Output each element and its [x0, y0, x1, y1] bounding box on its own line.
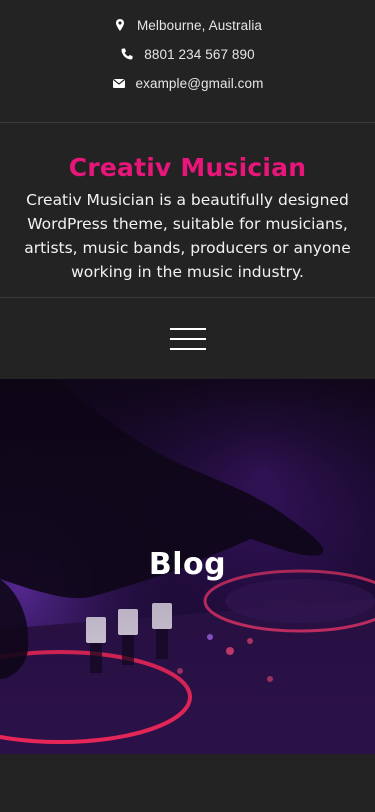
- content-area: [0, 754, 375, 812]
- hamburger-menu-icon[interactable]: [169, 326, 206, 352]
- site-title[interactable]: Creativ Musician: [0, 153, 375, 182]
- location-text: Melbourne, Australia: [136, 17, 263, 33]
- contact-phone: 8801 234 567 890: [0, 45, 375, 63]
- site-branding: Creativ Musician Creativ Musician is a b…: [0, 124, 375, 298]
- phone-icon: [121, 48, 133, 60]
- main-navigation: [0, 299, 375, 379]
- hero-banner: Blog: [0, 379, 375, 754]
- envelope-icon: [112, 78, 125, 88]
- page-title: Blog: [148, 547, 227, 582]
- map-marker-icon: [115, 19, 124, 31]
- phone-text[interactable]: 8801 234 567 890: [144, 47, 254, 62]
- contact-bar: Melbourne, Australia 8801 234 567 890 ex…: [0, 0, 375, 123]
- contact-email: example@gmail.com: [0, 74, 375, 92]
- site-description: Creativ Musician is a beautifully design…: [24, 191, 351, 281]
- contact-location: Melbourne, Australia: [0, 16, 375, 34]
- email-text[interactable]: example@gmail.com: [136, 76, 264, 91]
- page: Melbourne, Australia 8801 234 567 890 ex…: [0, 0, 375, 812]
